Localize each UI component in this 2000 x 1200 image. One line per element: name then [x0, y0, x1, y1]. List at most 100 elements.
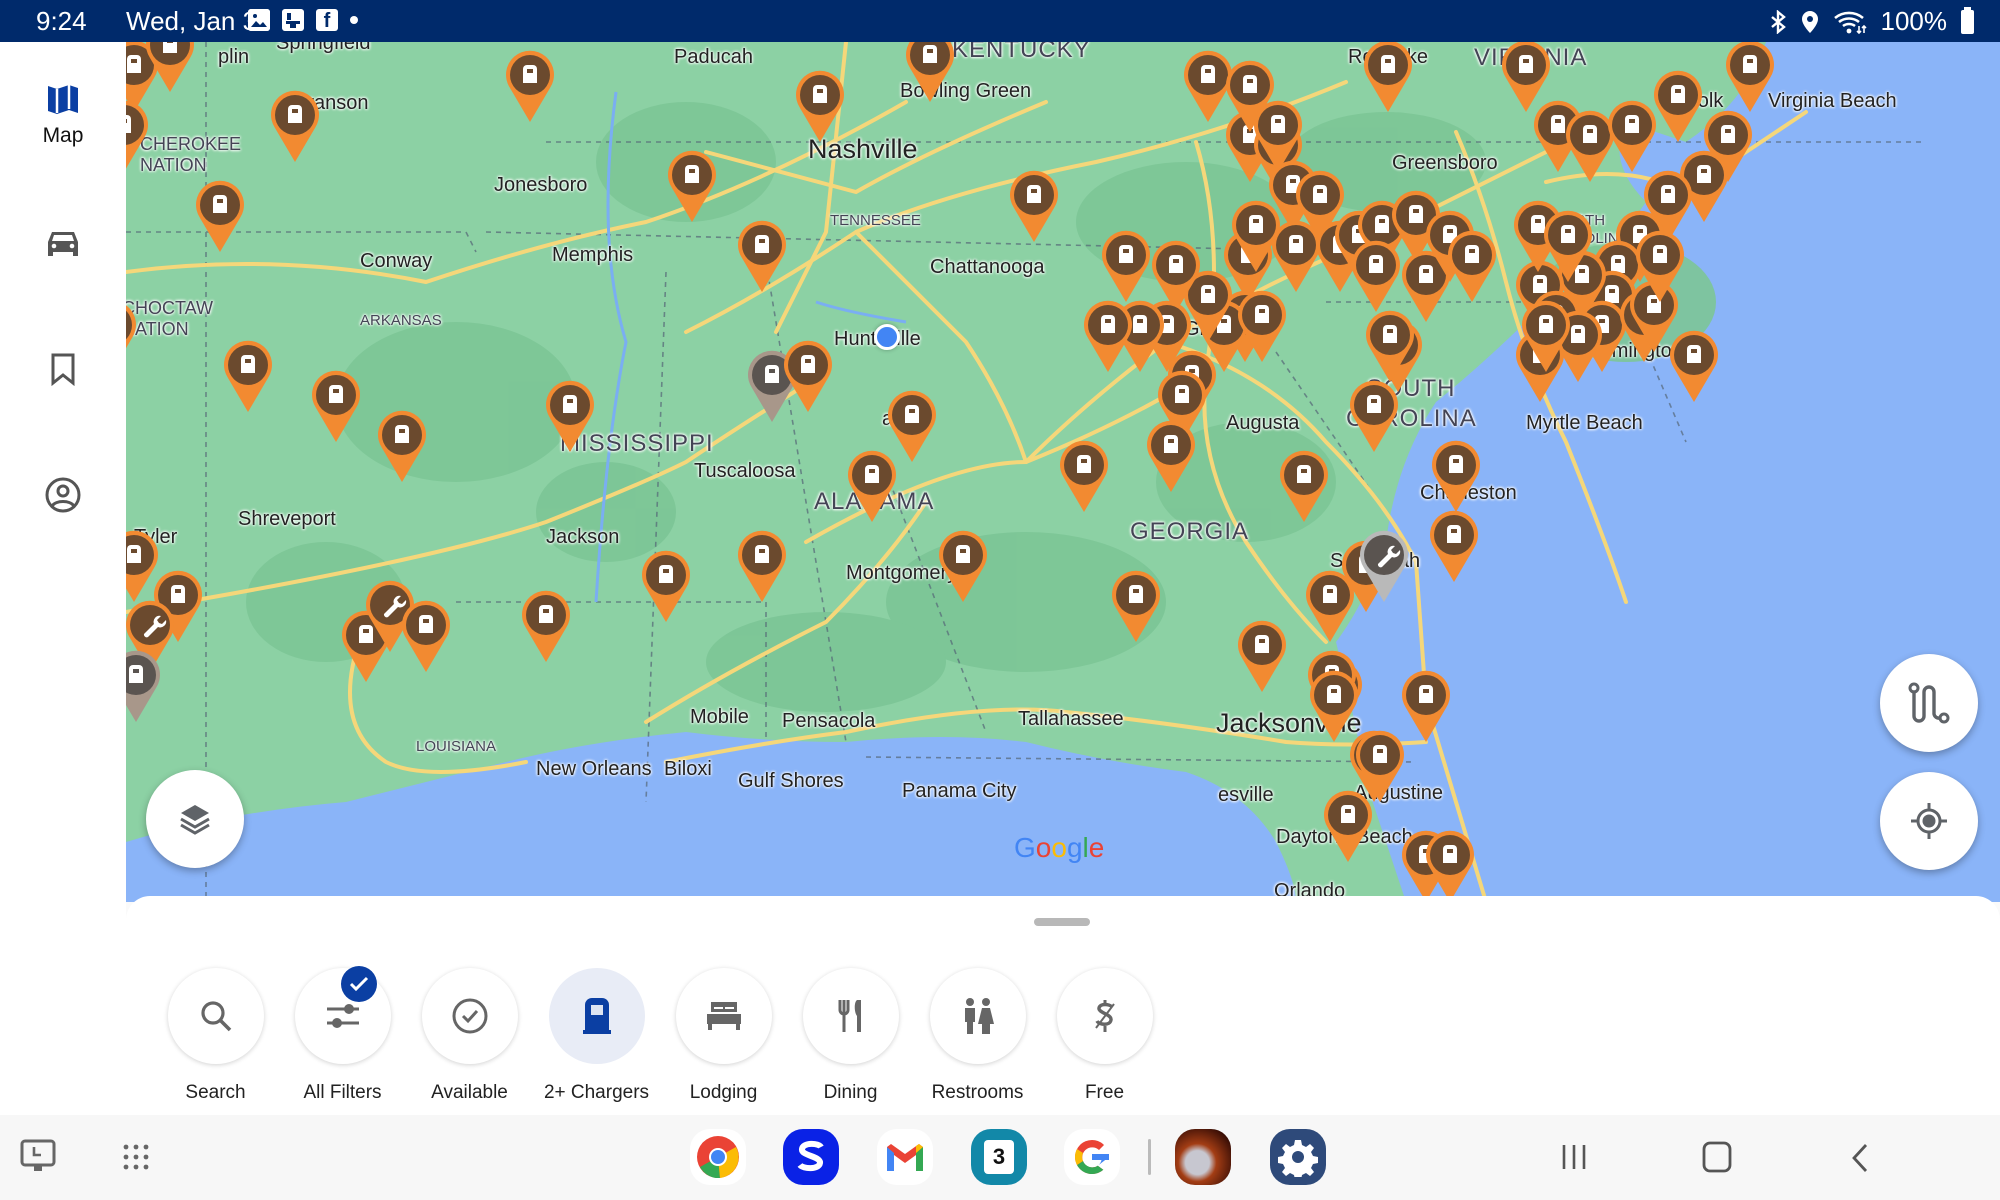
charger-marker[interactable] — [1252, 100, 1304, 172]
charger-marker[interactable] — [782, 340, 834, 412]
charger-marker[interactable] — [1348, 380, 1400, 452]
charger-marker[interactable] — [640, 550, 692, 622]
charger-marker[interactable] — [144, 42, 196, 92]
filter-label: Free — [1084, 1082, 1125, 1103]
charger-marker[interactable] — [1008, 170, 1060, 242]
app-drawer-button[interactable] — [122, 1143, 150, 1176]
app-wallet[interactable] — [783, 1129, 839, 1185]
charger-marker[interactable] — [1446, 230, 1498, 302]
charger-icon — [1519, 55, 1533, 73]
charger-icon — [1101, 315, 1115, 333]
app-settings[interactable] — [1270, 1129, 1326, 1185]
charger-marker[interactable] — [126, 100, 150, 172]
charger-marker[interactable] — [1724, 42, 1776, 112]
charger-marker[interactable] — [1145, 420, 1197, 492]
sheet-drag-handle[interactable] — [1034, 918, 1090, 926]
charger-marker[interactable] — [1364, 310, 1416, 382]
maintenance-marker[interactable] — [1358, 530, 1410, 602]
home-button[interactable] — [1702, 1141, 1732, 1178]
charger-marker[interactable] — [544, 380, 596, 452]
active-filter-badge — [341, 966, 377, 1002]
charger-icon — [582, 998, 611, 1034]
filter-restrooms[interactable]: Restrooms — [914, 968, 1041, 1104]
map-view[interactable]: KENTUCKY VIRGINIA TENNESSEE ARKANSAS MIS… — [126, 42, 2000, 902]
charger-marker[interactable] — [310, 370, 362, 442]
charger-icon — [1077, 455, 1091, 473]
charger-marker[interactable] — [794, 70, 846, 142]
city-label: Biloxi — [664, 758, 712, 780]
nav-item-map[interactable]: Map — [0, 82, 126, 148]
app-gmail[interactable] — [877, 1129, 933, 1185]
city-label: Jackson — [546, 526, 620, 548]
charger-marker[interactable] — [126, 650, 162, 722]
charger-marker[interactable] — [126, 300, 138, 372]
charger-marker[interactable] — [1304, 570, 1356, 642]
charger-marker[interactable] — [376, 410, 428, 482]
app-game[interactable] — [1175, 1129, 1231, 1185]
charger-marker[interactable] — [1362, 42, 1414, 112]
charger-marker[interactable] — [1100, 230, 1152, 302]
layers-button[interactable] — [146, 770, 244, 868]
charger-marker[interactable] — [1634, 230, 1686, 302]
charger-marker[interactable] — [904, 42, 956, 102]
charger-icon — [1551, 115, 1565, 133]
charger-marker[interactable] — [666, 150, 718, 222]
charger-marker[interactable] — [1400, 670, 1452, 742]
filter-search[interactable]: Search — [152, 968, 279, 1104]
charger-marker[interactable] — [194, 180, 246, 252]
charger-marker[interactable] — [1058, 440, 1110, 512]
filter-lodging[interactable]: Lodging — [660, 968, 787, 1104]
filter-available[interactable]: Available — [406, 968, 533, 1104]
charger-marker[interactable] — [1236, 290, 1288, 362]
charger-marker[interactable] — [736, 220, 788, 292]
app-google[interactable] — [1064, 1129, 1120, 1185]
charger-marker[interactable] — [1428, 510, 1480, 582]
recents-button[interactable] — [1560, 1143, 1588, 1176]
charger-marker[interactable] — [1236, 620, 1288, 692]
charger-marker[interactable] — [269, 90, 321, 162]
state-label: ARKANSAS — [360, 312, 442, 329]
gallery-icon — [248, 9, 270, 31]
charger-marker[interactable] — [1424, 830, 1476, 902]
filter-all-filters[interactable]: All Filters — [279, 966, 406, 1104]
charger-icon — [1583, 125, 1597, 143]
charger-marker[interactable] — [1542, 210, 1594, 282]
my-location-button[interactable] — [1880, 772, 1978, 870]
charger-marker[interactable] — [1652, 70, 1704, 142]
nav-item-account[interactable] — [0, 476, 126, 514]
account-icon — [45, 477, 81, 513]
calendar-icon: 3 — [984, 1140, 1014, 1174]
bookmark-icon — [51, 353, 75, 386]
charger-marker[interactable] — [520, 590, 572, 662]
charger-marker[interactable] — [504, 50, 556, 122]
charger-marker[interactable] — [846, 450, 898, 522]
charger-marker[interactable] — [1350, 240, 1402, 312]
app-calendar[interactable]: 3 — [971, 1129, 1027, 1185]
filter-2plus-chargers[interactable]: 2+ Chargers — [533, 968, 660, 1104]
filter-dining[interactable]: Dining — [787, 968, 914, 1104]
charger-icon — [1175, 385, 1189, 403]
charger-marker[interactable] — [1430, 440, 1482, 512]
charger-marker[interactable] — [1606, 100, 1658, 172]
app-chrome[interactable] — [690, 1129, 746, 1185]
charger-marker[interactable] — [222, 340, 274, 412]
filter-free[interactable]: Free — [1041, 968, 1168, 1104]
charger-marker[interactable] — [1322, 790, 1374, 862]
charger-marker[interactable] — [1520, 300, 1572, 372]
nav-item-saved[interactable] — [0, 352, 126, 386]
charger-icon — [523, 65, 537, 83]
nav-item-vehicle[interactable] — [0, 228, 126, 258]
charger-marker[interactable] — [400, 600, 452, 672]
charger-marker[interactable] — [1278, 450, 1330, 522]
charger-marker[interactable] — [937, 530, 989, 602]
route-button[interactable] — [1880, 654, 1978, 752]
charger-icon — [1687, 345, 1701, 363]
back-button[interactable] — [1850, 1143, 1870, 1178]
charger-marker[interactable] — [1082, 300, 1134, 372]
filter-label: All Filters — [303, 1082, 382, 1103]
charger-marker[interactable] — [1110, 570, 1162, 642]
charger-marker[interactable] — [1308, 670, 1360, 742]
charger-marker[interactable] — [736, 530, 788, 602]
filter-label: Available — [431, 1082, 508, 1103]
recent-apps-panel-button[interactable] — [20, 1139, 56, 1178]
